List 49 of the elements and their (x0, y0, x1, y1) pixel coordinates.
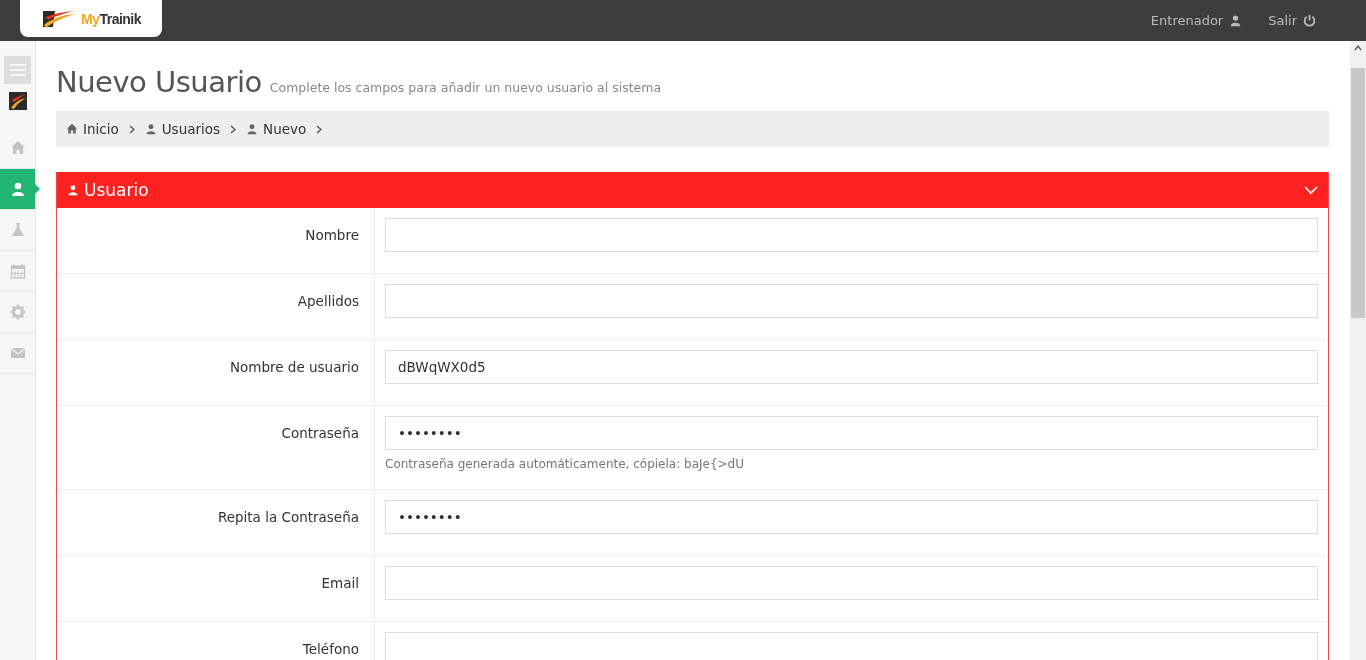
page-subtitle: Complete los campos para añadir un nuevo usuario al sistema (269, 80, 662, 95)
user-icon (1229, 14, 1243, 27)
brand-name: MyTrainik (80, 10, 142, 27)
breadcrumb-link[interactable]: Usuarios (144, 121, 221, 137)
field-label: Apellidos (297, 293, 359, 309)
breadcrumb-link[interactable]: Nuevo (246, 121, 307, 137)
input-field[interactable]: dBWqWX0d5 (385, 350, 1318, 384)
user-icon (9, 181, 26, 197)
user-link[interactable]: Entrenador (1150, 13, 1243, 28)
scrollbar[interactable] (1350, 41, 1366, 660)
input-field[interactable]: •••••••• (385, 416, 1318, 450)
field-label: Contraseña (281, 425, 359, 441)
home-icon (9, 140, 26, 156)
home-icon (66, 123, 78, 135)
flask-icon (9, 222, 26, 238)
field-label: Repita la Contraseña (217, 509, 359, 525)
chevron-icon (1304, 185, 1318, 195)
field-label: Nombre de usuario (229, 359, 359, 375)
menu-button[interactable] (4, 56, 31, 84)
chevron-icon (230, 124, 237, 134)
chevron-icon (128, 124, 135, 134)
collapse-button[interactable] (1304, 185, 1318, 195)
logo-icon (8, 92, 27, 110)
breadcrumb-link[interactable]: Inicio (66, 121, 119, 137)
field-label: Teléfono (302, 641, 359, 657)
calendar-icon (9, 263, 26, 279)
panel-title: Usuario (84, 180, 150, 200)
user-icon (144, 123, 157, 135)
settings-icon (9, 304, 26, 320)
user-icon (67, 184, 79, 196)
brand-logo[interactable]: MyTrainik (20, 0, 162, 37)
field-label: Nombre (305, 227, 359, 243)
user-icon (246, 123, 259, 135)
logo-icon (40, 8, 77, 29)
chevron-icon (316, 124, 323, 134)
mail-icon (9, 345, 26, 361)
logout-link[interactable]: Salir (1268, 13, 1316, 28)
input-field[interactable] (385, 566, 1318, 600)
help-text: Contraseña generada automáticamente, cópiela: baJe{>dU (385, 457, 746, 473)
input-field[interactable] (385, 218, 1318, 252)
input-field[interactable] (385, 632, 1318, 660)
menu-icon (9, 63, 26, 77)
scroll-up-icon (1354, 45, 1362, 51)
scrollbar-thumb[interactable] (1351, 68, 1365, 318)
field-label: Email (321, 575, 359, 591)
input-field[interactable] (385, 284, 1318, 318)
page-title: Nuevo Usuario (56, 65, 262, 99)
power-icon (1303, 14, 1316, 27)
input-field[interactable]: •••••••• (385, 500, 1318, 534)
